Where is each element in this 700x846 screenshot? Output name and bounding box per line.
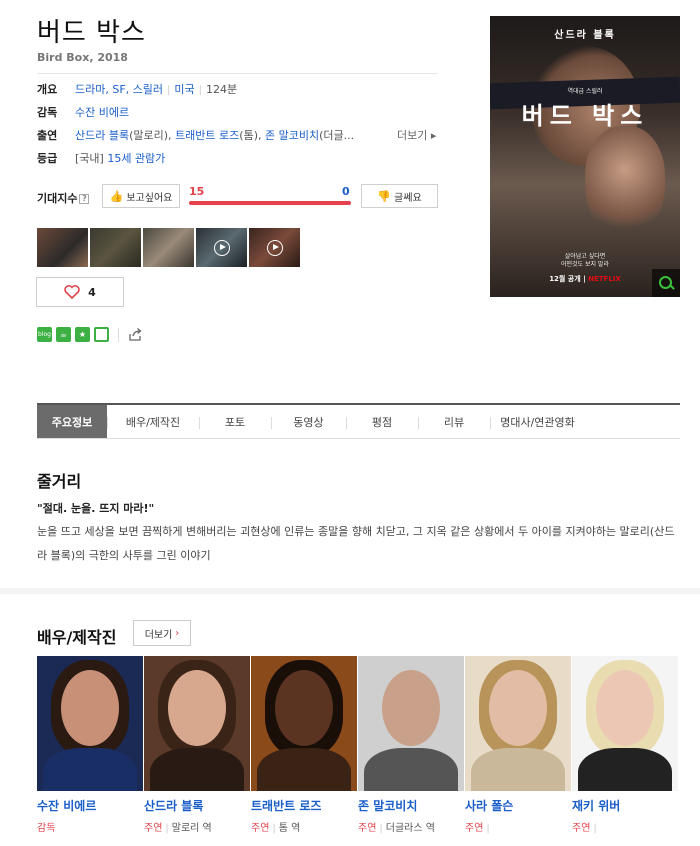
share-bar: blog ☕ ★ <box>37 327 143 342</box>
tab-main-info[interactable]: 주요정보 <box>37 405 107 438</box>
photo-thumb[interactable] <box>37 228 88 267</box>
cast-row: 출연 산드라 블록(말로리), 트래반트 로즈(톰), 존 말코비치(더글... … <box>37 128 437 144</box>
genre-link[interactable]: 드라마, SF, 스릴러 <box>75 83 163 96</box>
cast-list: 수잔 비에르 감독 산드라 블록 주연 | 말로리 역 트래반트 로즈 주연 | 톰 역… <box>37 656 679 834</box>
cast-link-2[interactable]: 트래반트 로즈 <box>175 129 239 142</box>
play-icon <box>213 239 230 256</box>
cast-name[interactable]: 산드라 블록 <box>144 797 251 814</box>
expect-label: 기대지수? <box>37 190 90 206</box>
nowant-count: 0 <box>342 185 350 198</box>
want-count: 15 <box>189 185 205 198</box>
cast-name[interactable]: 재키 위버 <box>572 797 679 814</box>
thumbs-down-icon: 👎 <box>377 189 392 203</box>
cast-photo <box>37 656 143 791</box>
cast-card[interactable]: 존 말코비치 주연 | 더글라스 역 <box>358 656 465 834</box>
nowant-button[interactable]: 👎 글쎄요 <box>361 184 438 208</box>
cast-name[interactable]: 사라 폴슨 <box>465 797 572 814</box>
expect-bar <box>189 201 351 205</box>
cast-name[interactable]: 존 말코비치 <box>358 797 465 814</box>
synopsis-heading: 줄거리 <box>37 472 82 491</box>
divider <box>37 73 437 74</box>
movie-title: 버드 박스 <box>37 18 146 48</box>
thumbs-up-icon: 👍 <box>109 189 124 203</box>
like-button[interactable]: 4 <box>36 277 124 307</box>
netflix-logo: NETFLIX <box>588 275 621 283</box>
tab-bar: 주요정보 배우/제작진 포토 동영상 평점 리뷰 명대사/연관영화 <box>37 403 680 439</box>
chevron-right-icon: › <box>175 627 180 639</box>
photo-thumb[interactable] <box>143 228 194 267</box>
synopsis-quote: "절대. 눈을. 뜨지 마라!" <box>37 502 155 515</box>
video-thumb[interactable] <box>249 228 300 267</box>
cast-photo <box>572 656 678 791</box>
cast-label: 출연 <box>37 129 58 142</box>
overview-row: 개요 드라마, SF, 스릴러 | 미국 | 124분 <box>37 83 238 96</box>
video-thumb[interactable] <box>196 228 247 267</box>
like-count: 4 <box>88 285 96 299</box>
heart-icon <box>64 285 80 299</box>
cast-name[interactable]: 트래반트 로즈 <box>251 797 358 814</box>
want-button[interactable]: 👍 보고싶어요 <box>102 184 180 208</box>
cast-photo <box>251 656 357 791</box>
help-icon[interactable]: ? <box>79 194 90 204</box>
tab-cast[interactable]: 배우/제작진 <box>107 405 199 438</box>
section-divider <box>0 588 700 594</box>
poster-title: 버드 박스 <box>521 102 649 130</box>
runtime: 124분 <box>206 83 238 96</box>
country-link[interactable]: 미국 <box>174 83 194 96</box>
play-icon <box>266 239 283 256</box>
cast-heading: 배우/제작진 <box>37 628 117 647</box>
tab-rating[interactable]: 평점 <box>346 405 418 438</box>
synopsis-text: 눈을 뜨고 세상을 보면 끔찍하게 변해버리는 괴현상에 인류는 종말을 향해 … <box>37 525 675 562</box>
rating-row: 등급 [국내] 15세 관람가 <box>37 152 166 165</box>
tab-quotes[interactable]: 명대사/연관영화 <box>490 405 585 438</box>
rating-link[interactable]: 15세 관람가 <box>107 152 165 165</box>
cast-photo <box>358 656 464 791</box>
tab-review[interactable]: 리뷰 <box>418 405 490 438</box>
chevron-right-icon: ▸ <box>430 129 437 142</box>
cast-name[interactable]: 수잔 비에르 <box>37 797 144 814</box>
blog-icon[interactable]: blog <box>37 327 52 342</box>
cast-photo <box>465 656 571 791</box>
cast-photo <box>144 656 250 791</box>
overview-label: 개요 <box>37 83 58 96</box>
director-label: 감독 <box>37 106 58 119</box>
tab-photo[interactable]: 포토 <box>199 405 271 438</box>
media-thumbnails <box>37 228 300 267</box>
director-row: 감독 수잔 비에르 <box>37 105 447 121</box>
cast-card[interactable]: 트래반트 로즈 주연 | 톰 역 <box>251 656 358 834</box>
cast-card[interactable]: 수잔 비에르 감독 <box>37 656 144 834</box>
square-icon[interactable] <box>94 327 109 342</box>
director-link[interactable]: 수잔 비에르 <box>75 106 129 119</box>
cast-more-button[interactable]: 더보기 › <box>133 620 191 646</box>
star-icon[interactable]: ★ <box>75 327 90 342</box>
photo-thumb[interactable] <box>90 228 141 267</box>
rating-label: 등급 <box>37 152 58 165</box>
tab-video[interactable]: 동영상 <box>271 405 346 438</box>
cast-more-link[interactable]: 더보기 ▸ <box>397 128 436 144</box>
cast-link-3[interactable]: 존 말코비치 <box>265 129 319 142</box>
cast-card[interactable]: 사라 폴슨 주연 | <box>465 656 572 834</box>
cast-link-1[interactable]: 산드라 블록 <box>75 129 129 142</box>
cast-card[interactable]: 재키 위버 주연 | <box>572 656 679 834</box>
cafe-icon[interactable]: ☕ <box>56 327 71 342</box>
zoom-icon[interactable] <box>652 269 680 297</box>
cast-card[interactable]: 산드라 블록 주연 | 말로리 역 <box>144 656 251 834</box>
original-title: Bird Box, 2018 <box>37 51 128 64</box>
movie-poster[interactable]: 산드라 블록 역대급 스릴러 버드 박스 살아남고 싶다면 어떤것도 보지 말라 … <box>490 16 680 297</box>
share-icon[interactable] <box>128 327 143 342</box>
